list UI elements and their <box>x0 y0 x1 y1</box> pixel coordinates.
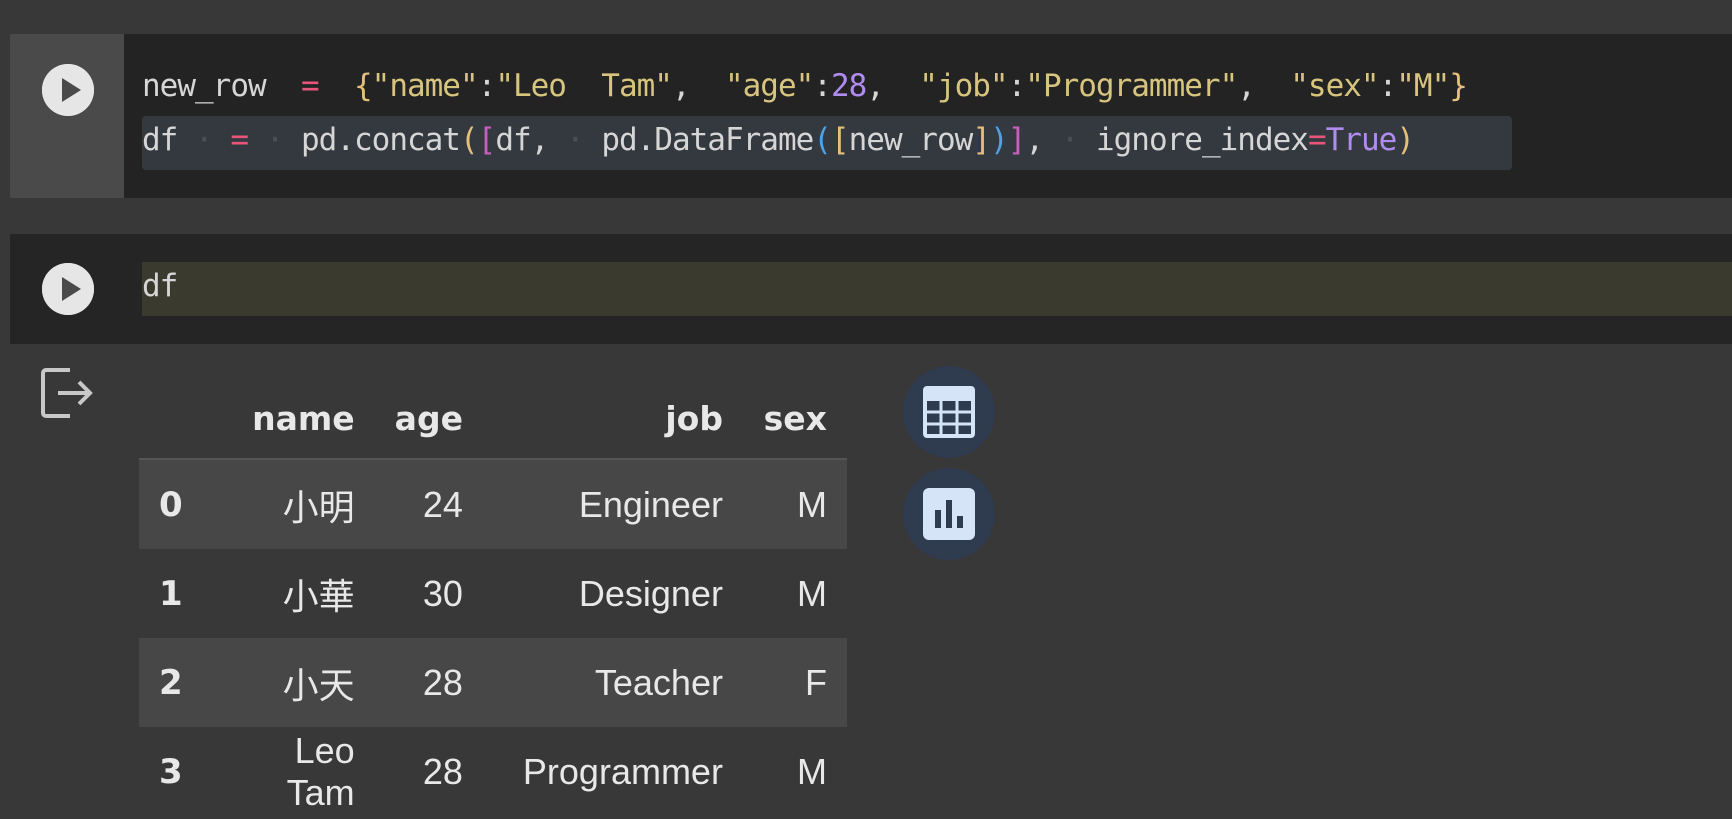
cell-name: 小明 <box>202 459 375 549</box>
cell-sex: M <box>796 750 827 792</box>
calculator-grid-icon <box>923 386 975 438</box>
suggest-charts-button[interactable] <box>903 468 995 560</box>
code-token: ] <box>1007 122 1027 158</box>
code-token: "Leo Tam" <box>495 68 673 104</box>
cell-job: Programmer <box>522 750 723 792</box>
code-token: df <box>142 122 178 158</box>
run-cell-button[interactable] <box>42 263 94 315</box>
code-cell-2[interactable]: df <box>10 234 1732 344</box>
code-token: ) <box>989 122 1009 158</box>
code-token: True <box>1325 122 1398 158</box>
code-line-1[interactable]: new_row = {"name":"Leo Tam", "age":28, "… <box>142 68 1468 104</box>
code-token: [ <box>477 122 497 158</box>
bar-chart-icon <box>923 488 975 540</box>
code-token: : <box>1378 68 1398 104</box>
dataframe-table: name age job sex 0 小明 24 Engineer M 1 小華… <box>139 378 847 816</box>
table-row: 0 小明 24 Engineer M <box>139 459 847 549</box>
cell-sex: F <box>742 638 847 727</box>
code-token: "name" <box>371 68 479 104</box>
cell-job: Designer <box>578 572 723 614</box>
code-token: · <box>548 122 602 158</box>
cell-age: 28 <box>374 638 483 727</box>
code-cell-1[interactable]: new_row = {"name":"Leo Tam", "age":28, "… <box>10 34 1732 198</box>
code-token: ignore_index <box>1095 122 1309 158</box>
code-token: : <box>813 68 832 104</box>
code-token: ) <box>1396 122 1415 158</box>
code-token: { <box>353 68 373 104</box>
cell-gutter <box>10 34 124 198</box>
code-token: 28 <box>830 68 867 104</box>
cell-name: 小天 <box>202 638 375 727</box>
cell-name: Leo Tam <box>286 729 355 813</box>
play-icon <box>42 263 94 315</box>
code-token: : <box>477 68 497 104</box>
active-line-highlight <box>142 262 1732 316</box>
code-token: df, <box>495 122 549 158</box>
code-token: · <box>248 122 301 158</box>
cell-sex: M <box>796 572 827 614</box>
play-icon <box>42 64 94 116</box>
code-line[interactable]: df <box>142 268 178 304</box>
row-index: 3 <box>159 751 183 792</box>
code-token: "age" <box>724 68 814 104</box>
cell-job: Engineer <box>482 459 743 549</box>
table-row: 3 Leo Tam 28 Programmer M <box>139 727 847 816</box>
code-token: } <box>1449 68 1468 104</box>
column-header-job: job <box>482 378 743 460</box>
run-cell-button[interactable] <box>42 64 94 116</box>
output-arrow-icon[interactable] <box>40 366 94 420</box>
code-token: , <box>1025 122 1044 158</box>
convert-to-interactive-table-button[interactable] <box>903 366 995 458</box>
column-header-name: name <box>202 378 375 460</box>
table-header-row: name age job sex <box>139 378 847 460</box>
code-token: "M" <box>1396 68 1450 104</box>
code-token: = <box>1307 122 1327 158</box>
index-header <box>139 378 203 460</box>
code-token: , <box>671 68 725 104</box>
code-token: ] <box>972 122 991 158</box>
code-token: new_row <box>142 68 267 104</box>
code-token: = <box>230 122 249 158</box>
code-token: "Programmer" <box>1025 68 1238 104</box>
code-token: · <box>1042 122 1096 158</box>
code-token: , <box>866 68 920 104</box>
cell-sex: M <box>742 459 847 549</box>
cell-name: 小華 <box>282 575 355 617</box>
table-row: 2 小天 28 Teacher F <box>139 638 847 727</box>
code-line-2[interactable]: df · = · pd.concat([df, · pd.DataFrame([… <box>142 122 1415 158</box>
code-token: , <box>1237 68 1291 104</box>
cell-age: 30 <box>422 572 463 614</box>
code-token: "job" <box>919 68 1008 104</box>
row-index: 0 <box>139 459 203 549</box>
cell-job: Teacher <box>482 638 743 727</box>
cell-age: 28 <box>422 750 463 792</box>
column-header-sex: sex <box>742 378 847 460</box>
row-index: 1 <box>159 573 183 614</box>
row-index: 2 <box>139 638 203 727</box>
column-header-age: age <box>374 378 483 460</box>
code-token: [ <box>830 122 850 158</box>
cell-age: 24 <box>374 459 483 549</box>
code-token: pd.DataFrame <box>601 122 814 158</box>
code-token: new_row <box>848 122 974 158</box>
table-row: 1 小華 30 Designer M <box>139 549 847 638</box>
code-token: ( <box>459 122 479 158</box>
code-token: pd.concat <box>301 122 461 158</box>
code-token: ( <box>813 122 832 158</box>
code-token: · <box>177 122 231 158</box>
code-token: "sex" <box>1290 68 1379 104</box>
code-token: : <box>1007 68 1027 104</box>
code-token: = <box>265 68 354 104</box>
